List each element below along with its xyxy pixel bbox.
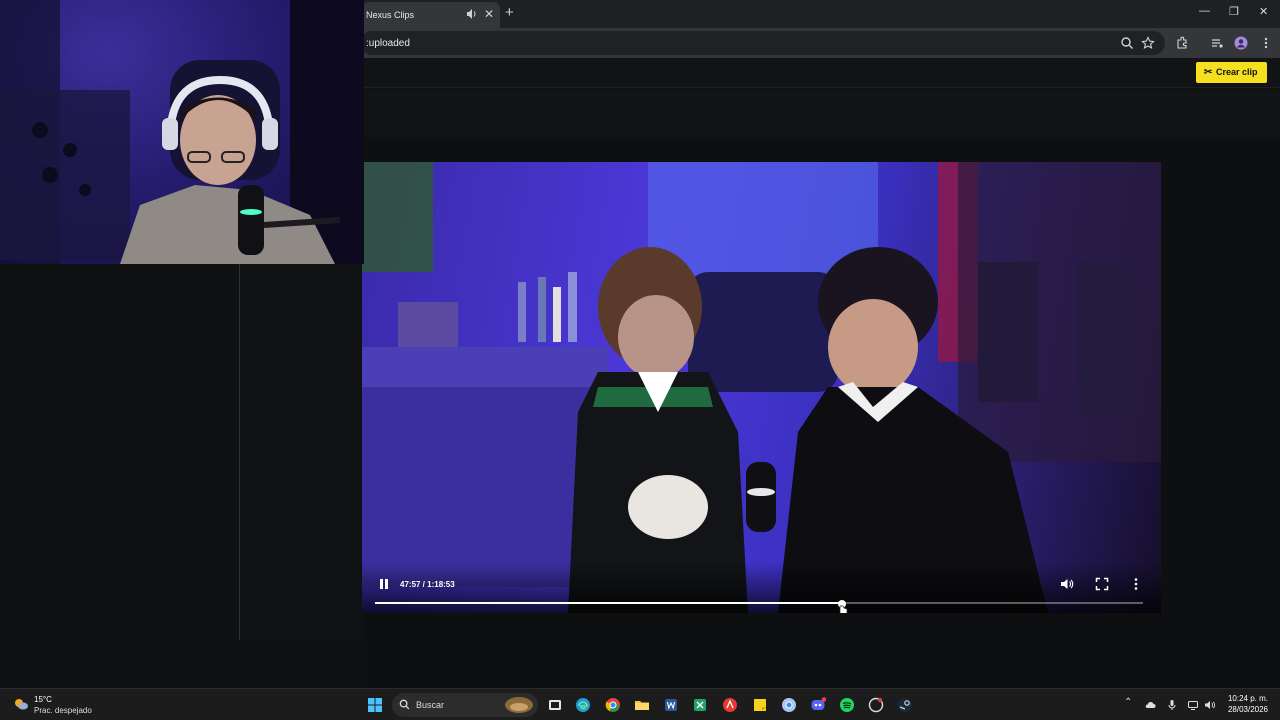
pdf-reader-icon[interactable] xyxy=(722,697,738,713)
restore-icon[interactable]: ❐ xyxy=(1229,5,1239,18)
media-control-icon[interactable] xyxy=(1210,36,1224,50)
steam-icon[interactable] xyxy=(897,697,913,713)
seek-bar[interactable] xyxy=(375,602,1143,604)
browser-tab[interactable]: Nexus Clips ✕ xyxy=(362,2,500,28)
bookmark-star-icon[interactable] xyxy=(1141,36,1155,50)
new-tab-icon[interactable]: + xyxy=(505,5,514,21)
profile-avatar-icon[interactable] xyxy=(1234,36,1248,50)
webcam-overlay xyxy=(0,0,364,264)
page-subheader xyxy=(362,89,1280,137)
minimize-icon[interactable]: — xyxy=(1199,5,1210,17)
weather-temperature: 15°C xyxy=(34,695,52,704)
word-icon[interactable] xyxy=(663,697,679,713)
tray-overflow-icon[interactable]: ⌃ xyxy=(1124,697,1132,708)
middle-panel xyxy=(240,264,362,640)
microphone-icon[interactable] xyxy=(1166,699,1178,711)
video-frame xyxy=(358,162,1161,613)
cloud-icon[interactable] xyxy=(1144,699,1156,711)
pause-icon[interactable] xyxy=(377,577,391,591)
close-window-icon[interactable]: ✕ xyxy=(1259,5,1268,18)
seek-bar-progress xyxy=(375,602,842,604)
clock-time[interactable]: 10:24 p. m. xyxy=(1222,694,1268,703)
excel-icon[interactable] xyxy=(692,697,708,713)
player-controls xyxy=(358,562,1161,613)
weather-description: Prac. despejado xyxy=(34,706,92,715)
search-highlight-icon xyxy=(505,697,533,713)
taskbar-search[interactable]: Buscar xyxy=(392,693,538,717)
chrome-icon[interactable] xyxy=(605,697,621,713)
tab-title: Nexus Clips xyxy=(366,10,415,20)
extensions-icon[interactable] xyxy=(1175,36,1189,50)
video-player[interactable]: 47:57 / 1:18:53 xyxy=(358,162,1161,613)
page-header: ✂ Crear clip xyxy=(362,58,1280,88)
weather-icon[interactable] xyxy=(13,696,29,712)
close-tab-icon[interactable]: ✕ xyxy=(484,7,494,21)
file-explorer-icon[interactable] xyxy=(634,697,650,713)
windows-start-icon[interactable] xyxy=(367,697,383,713)
spotify-icon[interactable] xyxy=(839,697,855,713)
scissors-icon: ✂ xyxy=(1204,67,1213,78)
windows-taskbar: 15°C Prac. despejado Buscar ⌃ 10:24 p. m… xyxy=(0,688,1280,720)
search-icon xyxy=(399,699,410,710)
clock-date[interactable]: 28/03/2026 xyxy=(1222,705,1268,714)
playback-time: 47:57 / 1:18:53 xyxy=(400,580,455,589)
edge-icon[interactable] xyxy=(575,697,591,713)
url-text[interactable]: :uploaded xyxy=(366,38,410,49)
more-options-icon[interactable] xyxy=(1129,577,1143,591)
zoom-icon[interactable] xyxy=(1120,36,1134,50)
hand-cursor-icon[interactable] xyxy=(836,598,848,613)
search-label: Buscar xyxy=(416,700,445,710)
task-view-icon[interactable] xyxy=(547,697,563,713)
volume-tray-icon[interactable] xyxy=(1204,699,1216,711)
volume-icon[interactable] xyxy=(1060,577,1074,591)
browser-menu-icon[interactable] xyxy=(1259,36,1273,50)
discord-icon[interactable] xyxy=(810,697,826,713)
sticky-notes-icon[interactable] xyxy=(752,697,768,713)
chrome-active-icon[interactable] xyxy=(781,697,797,713)
webcam-frame xyxy=(0,0,364,264)
address-bar[interactable]: :uploaded xyxy=(360,31,1165,55)
create-clip-label: Crear clip xyxy=(1216,67,1258,77)
app-icon[interactable] xyxy=(868,697,884,713)
speaker-icon[interactable] xyxy=(466,8,478,20)
network-icon[interactable] xyxy=(1187,699,1199,711)
create-clip-button[interactable]: ✂ Crear clip xyxy=(1196,62,1267,83)
fullscreen-icon[interactable] xyxy=(1095,577,1109,591)
left-panel xyxy=(0,264,240,640)
